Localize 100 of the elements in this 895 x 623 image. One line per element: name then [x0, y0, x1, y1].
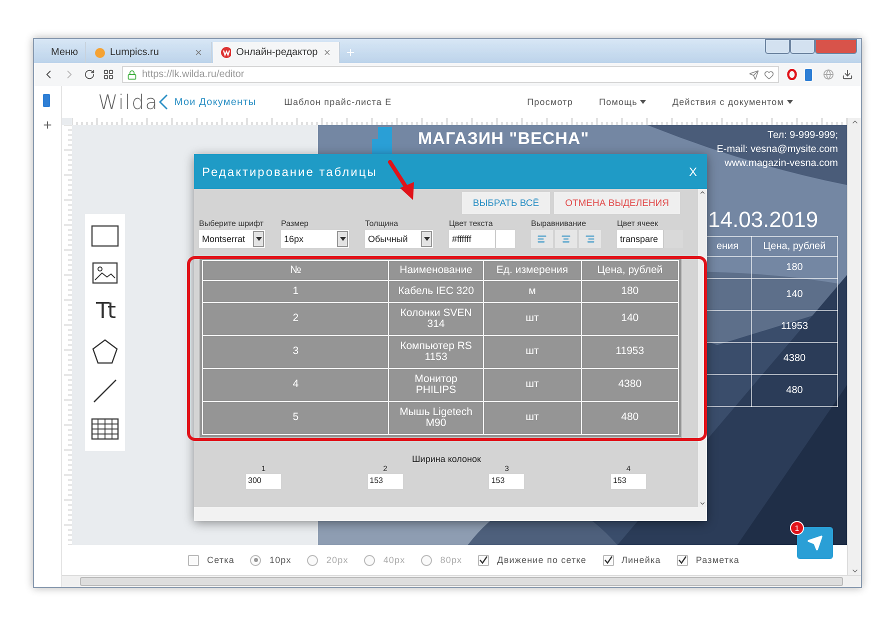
check-icon	[678, 556, 687, 564]
table-cell[interactable]: шт	[483, 336, 582, 368]
table-cell: 480	[752, 374, 838, 406]
radio-button[interactable]	[250, 554, 262, 566]
table-cell[interactable]: 2	[202, 302, 389, 336]
table-cell[interactable]: 4	[202, 368, 389, 402]
width-field[interactable]: 153	[610, 474, 646, 489]
option-label: 10px	[269, 555, 292, 565]
table-cell: 4380	[752, 342, 838, 374]
checkbox[interactable]	[676, 554, 688, 566]
radio-button[interactable]	[421, 554, 432, 566]
align-left-button[interactable]	[531, 230, 553, 248]
checkbox[interactable]	[602, 554, 614, 566]
documents-link[interactable]: Мои Документы	[174, 96, 256, 108]
contact-text: E-mail: vesna@mysite.com	[716, 144, 838, 155]
section-label: Ширина колонок	[412, 454, 481, 464]
rectangle-tool-icon[interactable]	[91, 225, 119, 248]
table-cell[interactable]: 480	[581, 402, 678, 434]
heart-icon[interactable]	[764, 70, 774, 80]
scroll-up-icon[interactable]	[850, 118, 858, 126]
column-header[interactable]: Цена, рублей	[581, 260, 678, 280]
menu-item[interactable]: Действия с документом	[672, 97, 793, 107]
menu-item[interactable]: Просмотр	[527, 97, 574, 107]
minimize-button[interactable]	[765, 39, 790, 54]
pentagon-tool-icon[interactable]	[92, 338, 118, 364]
image-tool-icon[interactable]	[92, 262, 118, 284]
dropdown[interactable]: 16px	[281, 230, 349, 248]
download-icon[interactable]	[842, 69, 853, 80]
field-label: Толщина	[365, 219, 400, 228]
table-cell[interactable]: 5	[202, 402, 389, 434]
table-cell[interactable]: Мышь Ligetech M90	[388, 402, 484, 434]
align-right-button[interactable]	[579, 230, 601, 248]
width-field[interactable]: 153	[368, 474, 403, 489]
text-tool[interactable]: Tt	[96, 299, 114, 324]
table-cell[interactable]: м	[483, 280, 582, 302]
globe-icon[interactable]	[823, 69, 834, 80]
table-cell: 11953	[752, 310, 838, 342]
store-title: МАГАЗИН "ВЕСНА"	[418, 129, 590, 149]
lock-icon	[127, 70, 137, 80]
document-date: 14.03.2019	[708, 207, 818, 233]
width-field[interactable]: 153	[489, 474, 524, 489]
line-tool-icon[interactable]	[93, 378, 117, 403]
field-label: Выравнивание	[531, 219, 588, 228]
check-icon	[604, 556, 613, 564]
address-field[interactable]: https://lk.wilda.ru/editor	[122, 66, 779, 83]
table-cell[interactable]: Монитор PHILIPS	[388, 368, 484, 402]
close-icon[interactable]	[322, 48, 331, 57]
column-header[interactable]: Наименование	[388, 260, 484, 280]
table-cell[interactable]: 11953	[581, 336, 678, 368]
table-cell[interactable]: 1	[202, 280, 389, 302]
send-icon[interactable]	[749, 70, 759, 80]
align-center-button[interactable]	[555, 230, 577, 248]
align-right-icon	[585, 234, 595, 244]
color-field[interactable]: transpare	[617, 230, 683, 248]
scroll-down-icon[interactable]	[699, 500, 706, 507]
caret-icon	[424, 237, 430, 241]
checkbox[interactable]	[478, 554, 490, 566]
opera-icon[interactable]	[787, 69, 797, 80]
chat-button[interactable]	[797, 527, 833, 559]
column-header[interactable]: №	[202, 260, 389, 280]
table-cell[interactable]: 4380	[581, 368, 678, 402]
table-cell[interactable]: шт	[483, 402, 582, 434]
site-icon	[95, 48, 105, 58]
check-icon	[479, 556, 488, 564]
radio-button[interactable]	[364, 554, 376, 566]
select-all-button[interactable]: ВЫБРАТЬ ВСЁ	[462, 192, 550, 214]
radio-button[interactable]	[307, 554, 318, 566]
color-field[interactable]: #ffffff	[449, 230, 515, 248]
table-cell[interactable]: 140	[581, 302, 678, 336]
table-cell[interactable]: 180	[581, 280, 678, 302]
table-cell[interactable]: 3	[202, 336, 389, 368]
menu-item[interactable]: Помощь	[599, 97, 646, 107]
width-field[interactable]: 300	[246, 474, 281, 489]
add-button[interactable]: +	[43, 117, 52, 134]
column-header[interactable]: Ед. измерения	[483, 260, 582, 280]
field-label: Выберите шрифт	[199, 219, 265, 228]
deselect-button[interactable]: ОТМЕНА ВЫДЕЛЕНИЯ	[554, 192, 680, 214]
dropdown[interactable]: Обычный	[365, 230, 433, 248]
scroll-up-icon[interactable]	[699, 189, 706, 196]
close-icon[interactable]	[194, 48, 203, 57]
table-cell[interactable]: шт	[483, 302, 582, 336]
option-label: Сетка	[207, 555, 234, 565]
table-cell[interactable]: Компьютер RS 1153	[388, 336, 484, 368]
option-label: Движение по сетке	[497, 555, 587, 565]
table-tool-icon[interactable]	[91, 418, 119, 440]
close-button[interactable]: X	[688, 164, 697, 178]
dropdown[interactable]: Montserrat	[199, 230, 265, 248]
checkbox[interactable]	[188, 554, 199, 566]
table-cell[interactable]: Колонки SVEN 314	[388, 302, 484, 336]
reload-icon[interactable]	[84, 69, 95, 80]
maximize-button[interactable]	[790, 39, 815, 54]
grid-icon[interactable]	[103, 69, 114, 80]
scroll-down-icon[interactable]	[850, 567, 858, 575]
table-cell[interactable]: Кабель IEC 320	[388, 280, 484, 302]
option-label: 20px	[326, 555, 348, 565]
table-cell[interactable]: шт	[483, 368, 582, 402]
w-logo-icon	[221, 47, 232, 58]
dialog-title: Редактирование таблицы	[202, 164, 378, 178]
option-label: 40px	[383, 555, 406, 565]
browser-tab[interactable]: Онлайн-редактор	[213, 42, 340, 63]
